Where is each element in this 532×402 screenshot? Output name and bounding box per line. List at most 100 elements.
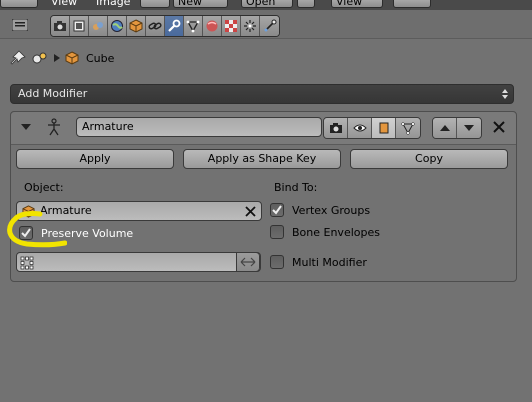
preserve-volume-label: Preserve Volume [41, 226, 134, 240]
material-icon [206, 20, 218, 32]
modifier-visibility-toggles [323, 117, 421, 139]
material-tab[interactable] [203, 16, 222, 36]
view-mode-label: View [336, 0, 363, 8]
render-tab[interactable] [51, 16, 70, 36]
modifier-header: Armature [11, 112, 516, 145]
dropdown-arrows-icon [502, 89, 508, 99]
copy-button[interactable]: Copy [350, 149, 508, 169]
context-tabs [50, 15, 280, 37]
pin-icon[interactable] [10, 50, 26, 66]
image-editor-header: View Image New Open View [0, 0, 532, 10]
mesh-data-icon [186, 20, 200, 33]
apply-as-shape-key-label: Apply as Shape Key [207, 152, 317, 165]
draw-channels-dropdown[interactable] [393, 0, 431, 8]
physics-tab[interactable] [260, 16, 279, 36]
cube-icon [129, 19, 143, 33]
wrench-icon [168, 19, 181, 32]
bone-envelopes-check[interactable] [270, 225, 284, 239]
cage-toggle[interactable] [396, 118, 420, 138]
particles-icon [244, 20, 256, 32]
particles-tab[interactable] [241, 16, 260, 36]
data-tab[interactable] [184, 16, 203, 36]
invert-vertex-group-button[interactable] [236, 252, 260, 272]
triangle-vertices-icon [401, 122, 415, 135]
view-menu[interactable]: View [51, 0, 77, 8]
modifier-move-buttons [432, 117, 482, 139]
world-icon [111, 20, 123, 32]
vertex-group-icon [20, 256, 34, 270]
apply-label: Apply [79, 152, 111, 165]
armature-modifier-panel: Armature Apply Apply as Shape Key Copy O… [10, 111, 517, 282]
armature-icon [48, 118, 60, 136]
clear-icon[interactable] [244, 205, 257, 218]
editor-menu-icon[interactable] [12, 19, 28, 31]
multi-modifier-checkbox[interactable]: Multi Modifier [270, 254, 367, 270]
scene-icon [93, 22, 103, 30]
vertex-groups-checkbox[interactable]: Vertex Groups [270, 202, 370, 218]
bone-envelopes-checkbox[interactable]: Bone Envelopes [270, 224, 380, 240]
close-icon[interactable] [493, 121, 505, 133]
preserve-volume-checkbox[interactable]: Preserve Volume [19, 225, 133, 241]
apply-as-shape-key-button[interactable]: Apply as Shape Key [183, 149, 341, 169]
modifier-name-text: Armature [82, 120, 134, 133]
checkmark-icon [21, 228, 31, 238]
invert-arrows-icon [240, 257, 256, 267]
world-tab[interactable] [108, 16, 127, 36]
multi-modifier-check[interactable] [270, 255, 284, 269]
cube-icon [22, 205, 35, 218]
copy-label: Copy [415, 152, 443, 165]
arrow-down-icon [464, 125, 474, 131]
pin-button[interactable] [297, 0, 315, 8]
modifier-name-field[interactable]: Armature [76, 117, 322, 137]
object-field[interactable]: Armature [16, 201, 262, 221]
render-layers-icon [73, 20, 85, 32]
image-menu[interactable]: Image [96, 0, 130, 8]
bone-envelopes-label: Bone Envelopes [292, 225, 380, 239]
cube-icon [65, 51, 79, 65]
eye-icon [352, 124, 367, 132]
editmode-toggle[interactable] [372, 118, 396, 138]
open-image-label: Open [246, 0, 276, 8]
object-label: Object: [24, 181, 64, 194]
texture-tab[interactable] [222, 16, 241, 36]
modifiers-tab[interactable] [165, 16, 184, 36]
camera-icon [329, 123, 342, 133]
constraints-tab[interactable] [146, 16, 165, 36]
move-up-button[interactable] [433, 118, 457, 138]
collapse-triangle-icon[interactable] [20, 123, 32, 131]
viewport-toggle[interactable] [348, 118, 372, 138]
add-modifier-dropdown[interactable]: Add Modifier [10, 84, 514, 104]
breadcrumb-object-label: Cube [86, 51, 115, 65]
properties-context-bar [0, 10, 532, 39]
vertex-group-field[interactable] [16, 252, 261, 272]
multi-modifier-label: Multi Modifier [292, 255, 367, 269]
new-image-button[interactable]: New [173, 0, 228, 8]
scene-icon [32, 52, 47, 64]
new-image-label: New [178, 0, 202, 8]
preserve-volume-check[interactable] [19, 226, 33, 240]
physics-icon [264, 19, 276, 32]
vertex-groups-label: Vertex Groups [292, 203, 371, 217]
open-image-button[interactable]: Open [241, 0, 293, 8]
editor-type-button[interactable] [0, 0, 38, 8]
chain-link-icon [148, 22, 162, 30]
scene-tab[interactable] [89, 16, 108, 36]
arrow-up-icon [439, 125, 450, 131]
object-tab[interactable] [127, 16, 146, 36]
camera-icon [54, 21, 66, 31]
editmode-icon [379, 122, 388, 134]
texture-icon [225, 20, 237, 32]
object-field-value: Armature [40, 204, 92, 217]
bind-to-label: Bind To: [274, 181, 318, 194]
render-layers-tab[interactable] [70, 16, 89, 36]
checkmark-icon [272, 205, 282, 215]
chevron-right-icon [54, 54, 60, 62]
view-mode-dropdown[interactable]: View [331, 0, 383, 8]
add-modifier-label: Add Modifier [18, 87, 88, 100]
apply-button[interactable]: Apply [16, 149, 174, 169]
image-browse-button[interactable] [140, 0, 170, 8]
render-toggle[interactable] [324, 118, 348, 138]
vertex-groups-check[interactable] [270, 203, 284, 217]
breadcrumb: Cube [10, 48, 114, 68]
move-down-button[interactable] [457, 118, 481, 138]
